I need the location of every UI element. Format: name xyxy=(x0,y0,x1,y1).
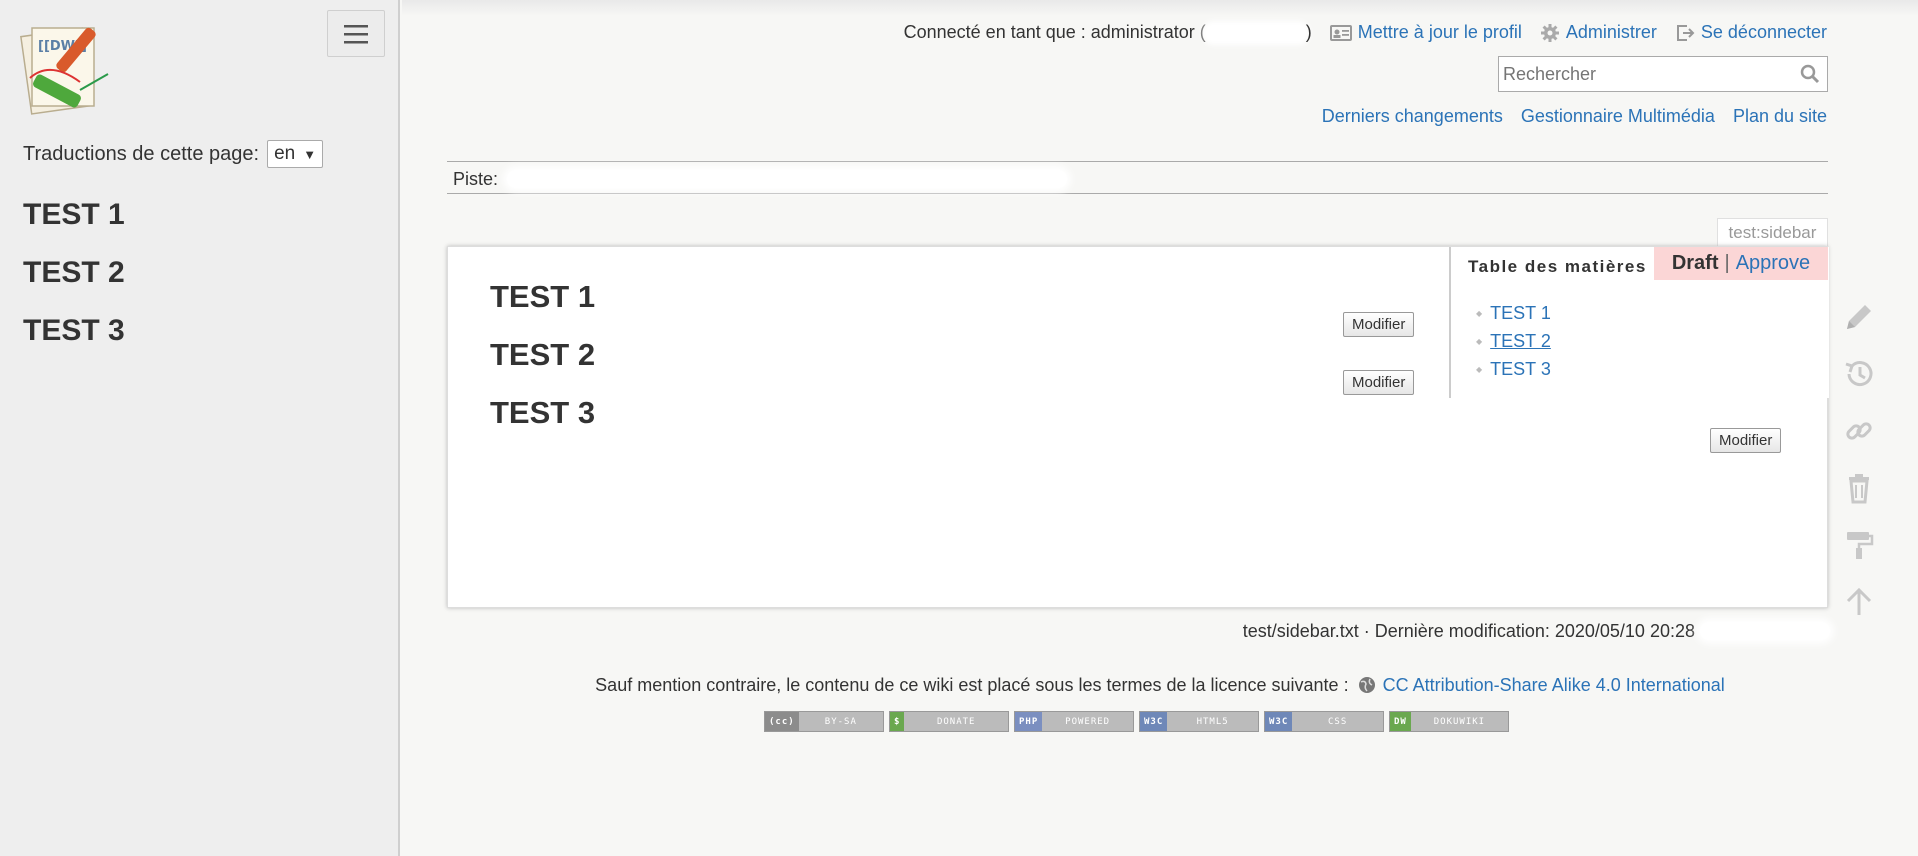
toc-link[interactable]: TEST 2 xyxy=(1490,331,1551,352)
sidebar-heading[interactable]: TEST 2 xyxy=(23,256,125,290)
paint-roller-icon xyxy=(1847,531,1874,559)
w3c-html5-badge[interactable]: W3C HTML5 xyxy=(1139,711,1259,732)
page-tools xyxy=(1836,288,1882,630)
translations: Traductions de cette page: en ▼ xyxy=(23,140,324,168)
search-input[interactable] xyxy=(1499,63,1793,85)
search-box xyxy=(1498,56,1828,92)
trash-icon xyxy=(1849,473,1869,503)
dokuwiki-badge[interactable]: DW DOKUWIKI xyxy=(1389,711,1509,732)
edit-section-button[interactable]: Modifier xyxy=(1343,312,1415,337)
toc-link[interactable]: TEST 3 xyxy=(1490,359,1551,380)
logged-in-status: Connecté en tant que : administrator () xyxy=(903,22,1312,42)
pencil-icon xyxy=(1847,304,1871,329)
page-content: TEST 1 TEST 2 TEST 3 Modifier Modifier M… xyxy=(447,246,1829,608)
backlinks-tool[interactable] xyxy=(1836,402,1882,459)
separator: | xyxy=(1724,252,1730,274)
language-value: en xyxy=(274,143,296,164)
sidebar: [[DW]] Traductions de cette page: en ▼ T… xyxy=(0,0,400,856)
link-icon xyxy=(1846,421,1872,440)
sidebar-heading[interactable]: TEST 3 xyxy=(23,314,125,348)
toc-item: TEST 2 xyxy=(1476,327,1551,355)
logout-link[interactable]: Se déconnecter xyxy=(1675,22,1827,43)
arrow-up-icon xyxy=(1846,587,1872,615)
toc-list: TEST 1 TEST 2 TEST 3 xyxy=(1476,299,1551,383)
search-icon[interactable] xyxy=(1793,64,1827,84)
revisions-tool[interactable] xyxy=(1836,345,1882,402)
cc-by-sa-badge[interactable]: (cc) BY-SA xyxy=(764,711,884,732)
dokuwiki-logo[interactable]: [[DW]] xyxy=(20,20,124,122)
license-text: Sauf mention contraire, le contenu de ce… xyxy=(595,675,1349,695)
w3c-css-badge[interactable]: W3C CSS xyxy=(1264,711,1384,732)
edit-page-tool[interactable] xyxy=(1836,288,1882,345)
section-heading: TEST 3 xyxy=(490,395,596,430)
history-icon xyxy=(1845,360,1873,386)
toc-title[interactable]: Table des matières xyxy=(1468,257,1647,277)
edit-section-button[interactable]: Modifier xyxy=(1343,370,1415,395)
section-heading: TEST 1 xyxy=(490,279,596,314)
redacted-author xyxy=(1700,622,1830,640)
approve-link[interactable]: Approve xyxy=(1736,252,1811,275)
admin-link[interactable]: Administrer xyxy=(1540,22,1657,43)
dropdown-arrow-icon: ▼ xyxy=(303,146,317,162)
profile-card-icon xyxy=(1329,24,1352,41)
draft-status: Draft xyxy=(1671,252,1719,274)
sidebar-heading[interactable]: TEST 1 xyxy=(23,198,125,232)
donate-badge[interactable]: $ DONATE xyxy=(889,711,1009,732)
sitemap-link[interactable]: Plan du site xyxy=(1733,106,1827,127)
globe-icon xyxy=(1358,677,1375,693)
redacted-username xyxy=(1205,25,1306,42)
document-info: test/sidebar.txt · Dernière modification… xyxy=(1242,621,1695,641)
site-tools: Derniers changements Gestionnaire Multim… xyxy=(1322,106,1827,127)
toc-item: TEST 1 xyxy=(1476,299,1551,327)
user-tools: Connecté en tant que : administrator () … xyxy=(904,22,1827,43)
gear-icon xyxy=(1540,23,1559,42)
approval-status-bar: Draft | Approve xyxy=(1654,247,1828,280)
language-select[interactable]: en ▼ xyxy=(267,140,324,168)
back-to-top-tool[interactable] xyxy=(1836,573,1882,630)
footer-badges: (cc) BY-SA $ DONATE PHP POWERED W3C HTML5 W3… xyxy=(764,711,1509,732)
breadcrumb-label: Piste: xyxy=(453,169,499,189)
menu-toggle-button[interactable] xyxy=(327,10,385,57)
toc-item: TEST 3 xyxy=(1476,355,1551,383)
logout-icon xyxy=(1676,24,1695,41)
license-link[interactable]: CC Attribution-Share Alike 4.0 Internati… xyxy=(1383,675,1725,695)
update-profile-link[interactable]: Mettre à jour le profil xyxy=(1329,22,1522,43)
hamburger-icon xyxy=(344,24,368,43)
toc-link[interactable]: TEST 1 xyxy=(1490,303,1551,324)
page-id: test:sidebar xyxy=(1717,218,1828,246)
edit-section-button[interactable]: Modifier xyxy=(1710,428,1782,453)
top-shadow xyxy=(402,0,1918,16)
php-powered-badge[interactable]: PHP POWERED xyxy=(1014,711,1134,732)
recent-changes-link[interactable]: Derniers changements xyxy=(1322,106,1503,127)
redacted-breadcrumbs xyxy=(507,170,1067,188)
translations-label: Traductions de cette page: xyxy=(23,142,260,165)
format-tool[interactable] xyxy=(1836,516,1882,573)
breadcrumb: Piste: xyxy=(447,161,1828,194)
media-manager-link[interactable]: Gestionnaire Multimédia xyxy=(1521,106,1715,127)
license-notice: Sauf mention contraire, le contenu de ce… xyxy=(0,675,1918,696)
section-heading: TEST 2 xyxy=(490,337,596,372)
delete-tool[interactable] xyxy=(1836,459,1882,516)
